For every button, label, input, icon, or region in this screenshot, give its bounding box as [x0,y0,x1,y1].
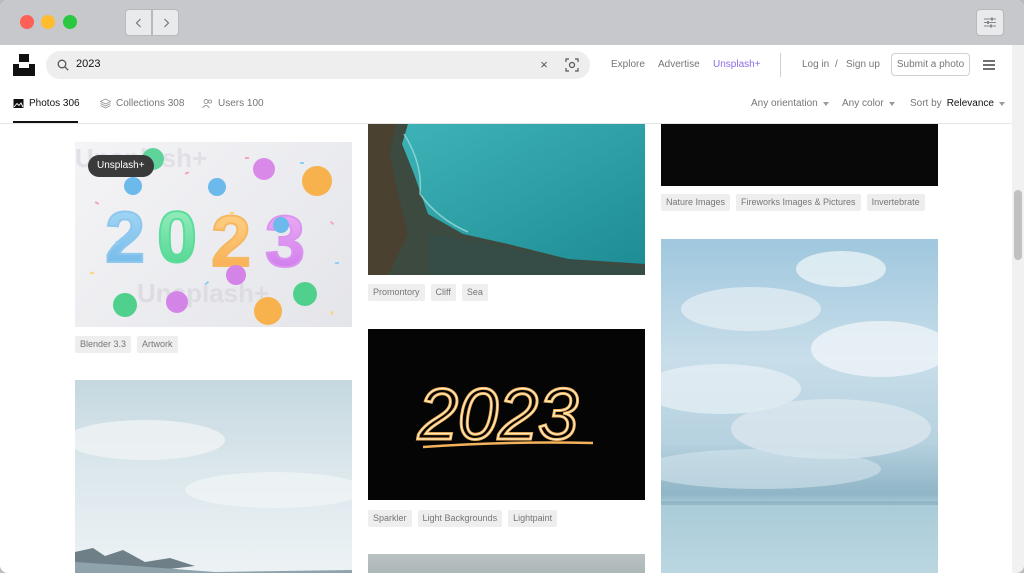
tab-collections[interactable]: Collections 308 [100,98,184,109]
tag-chip[interactable]: Sea [461,284,488,301]
sort-prefix: Sort by [910,98,942,109]
photo-fireworks-dark[interactable] [661,124,938,186]
tag-chip[interactable]: Cliff [430,284,456,301]
photo-next-partial[interactable] [368,554,645,573]
tag-chip[interactable]: Promontory [368,284,425,301]
minimize-window-button[interactable] [41,15,55,29]
back-button[interactable] [125,9,152,36]
digit-zero-green: 0 [157,198,197,278]
search-input[interactable]: 2023 [76,58,100,70]
color-filter-label: Any color [842,98,884,109]
tag-chip[interactable]: Artwork [137,336,178,353]
browser-window: 2023 × Explore Advertise Unsplash+ Log i… [0,0,1024,573]
digit-three-purple: 3 [265,202,305,282]
close-window-button[interactable] [20,15,34,29]
sliders-icon [984,17,996,28]
title-bar [0,0,1024,45]
tab-collections-label: Collections 308 [116,98,185,109]
visual-search-icon[interactable] [565,58,579,72]
photo-sky-mountains[interactable] [75,380,352,573]
advertise-link[interactable]: Advertise [658,59,700,70]
site-header: 2023 × Explore Advertise Unsplash+ Log i… [0,45,1024,85]
tab-photos[interactable]: Photos 306 [13,98,80,109]
login-signup-separator: / [835,59,838,70]
sort-filter[interactable]: Sort by Relevance [910,98,1005,109]
chevron-down-icon [822,101,829,106]
search-icon [57,59,69,71]
photo-grid: Unsplash+ Unsplash+ 2 0 2 3 [0,124,1012,573]
color-filter[interactable]: Any color [842,98,895,109]
tag-chip[interactable]: Invertebrate [866,194,925,211]
collections-icon [100,98,111,109]
photo-icon [13,99,24,108]
chevron-down-icon [888,101,895,106]
watermark-text: Unsplash+ [137,278,269,308]
cliff-sea-scene [368,124,645,275]
clear-search-button[interactable]: × [536,57,552,73]
explore-link[interactable]: Explore [611,59,645,70]
browser-settings-button[interactable] [976,9,1004,36]
users-icon [202,99,213,109]
tag-chip[interactable]: Blender 3.3 [75,336,132,353]
tag-chip[interactable]: Fireworks Images & Pictures [736,194,861,211]
unsplash-logo-icon[interactable] [13,54,35,76]
unsplash-plus-badge: Unsplash+ [88,155,154,177]
orientation-filter[interactable]: Any orientation [751,98,829,109]
tab-photos-label: Photos 306 [29,98,80,109]
scrollbar-thumb[interactable] [1014,190,1022,260]
photo-clouds-sea[interactable] [661,239,938,573]
tab-users[interactable]: Users 100 [202,98,264,109]
tag-chip[interactable]: Nature Images [661,194,731,211]
chevron-down-icon [998,101,1005,106]
tag-chip[interactable]: Light Backgrounds [417,510,503,527]
menu-icon[interactable] [982,59,996,71]
sparkler-writing: 2023 2023 [416,374,594,457]
maximize-window-button[interactable] [63,15,77,29]
forward-button[interactable] [152,9,179,36]
signup-link[interactable]: Sign up [846,59,880,70]
unsplash-plus-link[interactable]: Unsplash+ [713,59,761,70]
photo-2023-balloons[interactable]: Unsplash+ Unsplash+ 2 0 2 3 [75,142,352,327]
tab-users-label: Users 100 [218,98,264,109]
tag-chip[interactable]: Lightpaint [508,510,558,527]
sky-landscape [75,420,352,573]
scrollbar-track[interactable] [1012,45,1024,573]
photo-cliff-sea[interactable] [368,124,645,275]
search-bar[interactable]: 2023 × [46,51,590,79]
tags-fireworks: Nature Images Fireworks Images & Picture… [661,194,925,211]
active-tab-indicator [13,121,78,123]
search-tabs: Photos 306 Collections 308 Users 100 Any… [0,85,1012,124]
submit-photo-button[interactable]: Submit a photo [891,53,970,76]
login-link[interactable]: Log in [802,59,829,70]
sort-value: Relevance [946,98,994,109]
orientation-filter-label: Any orientation [751,98,818,109]
chevron-right-icon [163,18,169,27]
header-divider [780,53,781,77]
photo-sparkler-2023[interactable]: 2023 2023 [368,329,645,500]
tag-chip[interactable]: Sparkler [368,510,412,527]
digit-two-blue: 2 [105,198,145,278]
chevron-left-icon [135,18,141,27]
clouds-over-sea [661,251,938,505]
tags-2023-balloons: Blender 3.3 Artwork [75,336,178,353]
tags-cliff-sea: Promontory Cliff Sea [368,284,488,301]
tags-sparkler: Sparkler Light Backgrounds Lightpaint [368,510,558,527]
